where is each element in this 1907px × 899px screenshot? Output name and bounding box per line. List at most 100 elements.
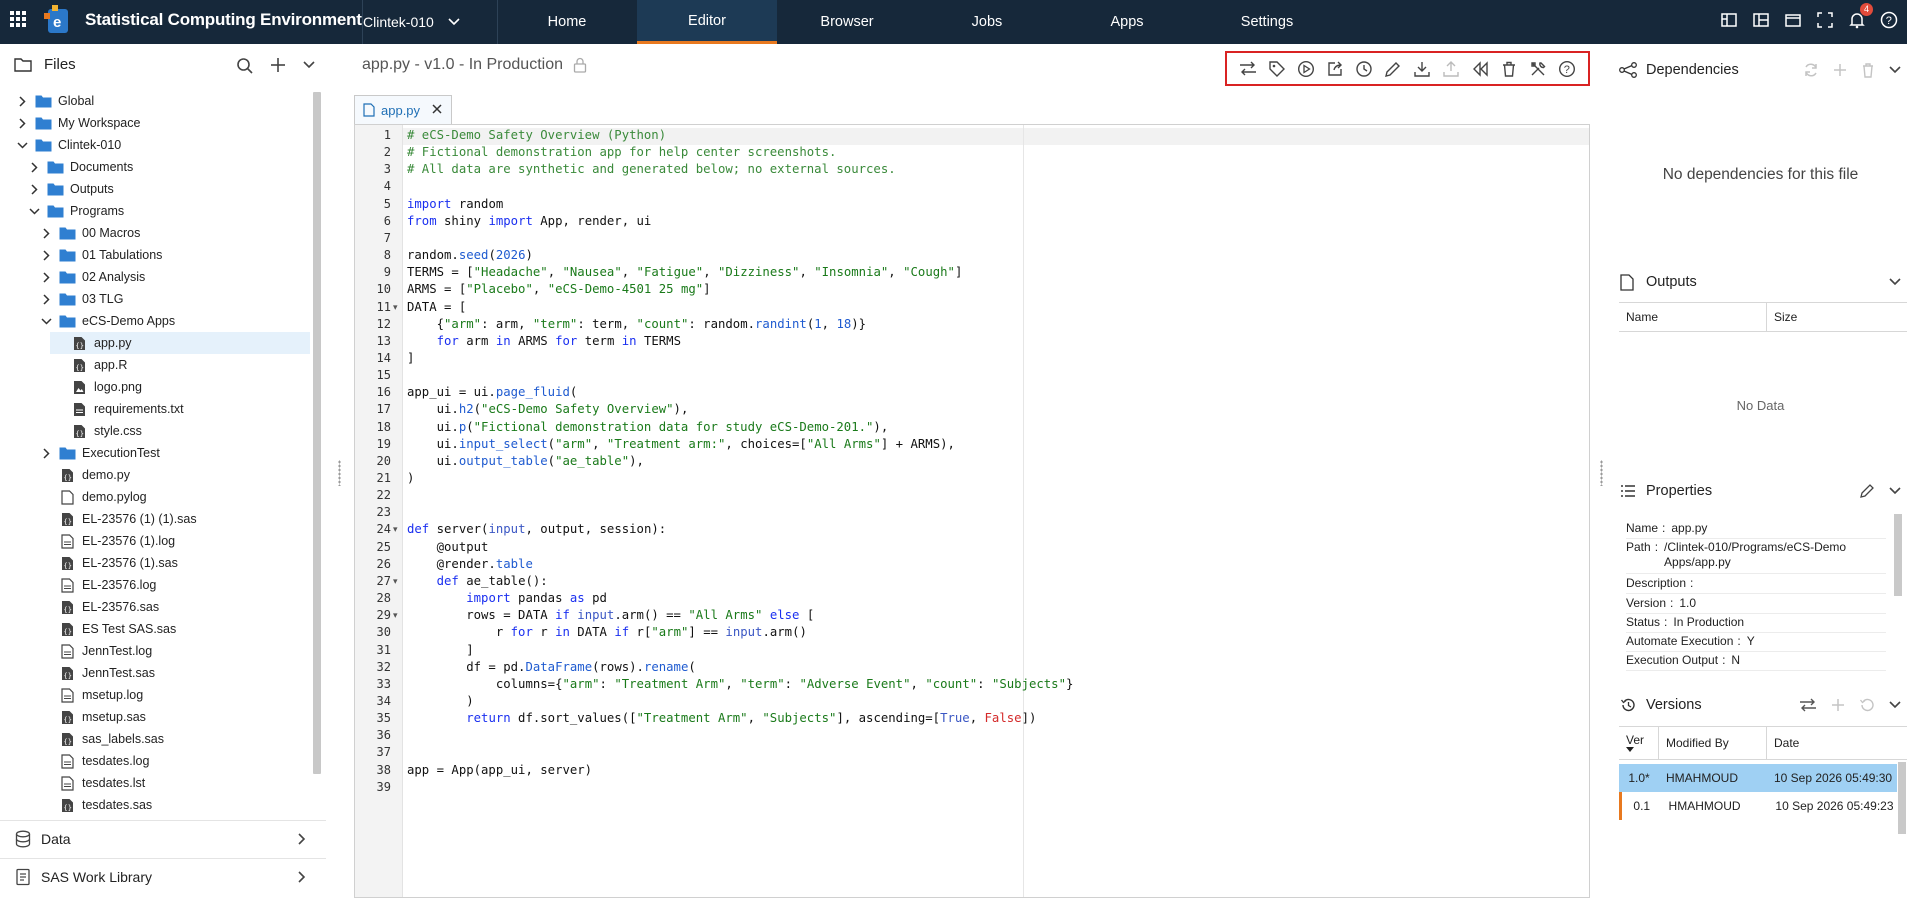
chevron-down-icon[interactable] xyxy=(303,61,315,69)
chevron-right-icon[interactable] xyxy=(38,447,54,459)
version-row[interactable]: 1.0* HMAHMOUD 10 Sep 2026 05:49:30 xyxy=(1619,764,1897,792)
tree-folder[interactable]: eCS-Demo Apps xyxy=(38,310,310,332)
fullscreen-icon[interactable] xyxy=(1815,10,1835,30)
chevron-down-icon[interactable] xyxy=(1889,278,1901,286)
chevron-down-icon[interactable] xyxy=(38,317,54,325)
tree-file[interactable]: {} EL-23576 (1) (1).sas xyxy=(38,508,310,530)
tree-file[interactable]: {} sas_labels.sas xyxy=(38,728,310,750)
history-icon[interactable] xyxy=(1355,60,1373,78)
search-icon[interactable] xyxy=(236,57,254,75)
chevron-right-icon[interactable] xyxy=(38,271,54,283)
chevron-down-icon[interactable] xyxy=(1889,66,1901,74)
tree-file[interactable]: tesdates.log xyxy=(38,750,310,772)
nav-tab-editor[interactable]: Editor xyxy=(637,0,777,44)
nav-tab-jobs[interactable]: Jobs xyxy=(917,0,1057,44)
chevron-down-icon[interactable] xyxy=(14,141,30,149)
data-section[interactable]: Data xyxy=(0,820,326,856)
add-icon[interactable] xyxy=(1833,63,1847,77)
chevron-down-icon[interactable] xyxy=(1889,701,1901,709)
project-selector[interactable]: Clintek-010 xyxy=(363,0,493,44)
layout-panels-icon[interactable] xyxy=(1751,10,1771,30)
edit-icon[interactable] xyxy=(1384,60,1402,78)
tree-file[interactable]: msetup.log xyxy=(38,684,310,706)
column-modified-by[interactable]: Modified By xyxy=(1659,727,1767,759)
revert-icon[interactable] xyxy=(1859,697,1875,713)
tree-file[interactable]: {} JennTest.sas xyxy=(38,662,310,684)
refresh-icon[interactable] xyxy=(1803,62,1819,78)
chevron-right-icon[interactable] xyxy=(14,95,30,107)
chevron-right-icon[interactable] xyxy=(38,293,54,305)
tree-folder[interactable]: My Workspace xyxy=(14,112,310,134)
delete-icon[interactable] xyxy=(1861,62,1875,78)
column-ver[interactable]: Ver xyxy=(1619,727,1659,759)
upload-icon[interactable] xyxy=(1442,60,1460,78)
compare-icon[interactable] xyxy=(1799,697,1817,713)
chevron-right-icon[interactable] xyxy=(14,117,30,129)
run-icon[interactable] xyxy=(1297,60,1315,78)
tree-folder[interactable]: 00 Macros xyxy=(38,222,310,244)
tree-folder[interactable]: 03 TLG xyxy=(38,288,310,310)
tree-scrollbar[interactable] xyxy=(313,92,321,774)
column-date[interactable]: Date xyxy=(1767,727,1897,759)
tree-file[interactable]: {} app.R xyxy=(50,354,310,376)
right-splitter-handle[interactable] xyxy=(1600,460,1606,486)
tree-file[interactable]: {} style.css xyxy=(50,420,310,442)
nav-tab-browser[interactable]: Browser xyxy=(777,0,917,44)
tab-app-py[interactable]: app.py xyxy=(354,95,452,124)
column-size[interactable]: Size xyxy=(1767,303,1907,331)
versions-scrollbar[interactable] xyxy=(1898,762,1906,834)
delete-icon[interactable] xyxy=(1500,60,1518,78)
tree-folder[interactable]: Outputs xyxy=(26,178,310,200)
download-icon[interactable] xyxy=(1413,60,1431,78)
tree-folder[interactable]: Programs xyxy=(26,200,310,222)
notifications-bell-icon[interactable]: 4 xyxy=(1847,3,1873,30)
tree-file[interactable]: EL-23576 (1).log xyxy=(38,530,310,552)
chevron-right-icon[interactable] xyxy=(38,227,54,239)
chevron-right-icon[interactable] xyxy=(26,183,42,195)
fold-toggle-icon[interactable]: ▾ xyxy=(393,577,398,587)
edit-icon[interactable] xyxy=(1859,483,1875,499)
chevron-right-icon[interactable] xyxy=(26,161,42,173)
help-icon[interactable]: ? xyxy=(1879,10,1899,30)
tree-file[interactable]: {} app.py xyxy=(50,332,310,354)
rewind-icon[interactable] xyxy=(1471,60,1489,78)
app-launcher-icon[interactable] xyxy=(10,11,26,27)
close-icon[interactable] xyxy=(431,103,443,115)
chevron-right-icon[interactable] xyxy=(38,249,54,261)
column-name[interactable]: Name xyxy=(1619,303,1767,331)
tree-file[interactable]: {} msetup.sas xyxy=(38,706,310,728)
fold-toggle-icon[interactable]: ▾ xyxy=(393,611,398,621)
tree-folder[interactable]: ExecutionTest xyxy=(38,442,310,464)
tree-file[interactable]: requirements.txt xyxy=(50,398,310,420)
code-editor[interactable]: 1 # eCS-Demo Safety Overview (Python) 2 # F… xyxy=(354,124,1590,898)
tree-file[interactable]: EL-23576.log xyxy=(38,574,310,596)
tree-folder[interactable]: 02 Analysis xyxy=(38,266,310,288)
tree-file[interactable]: {} EL-23576.sas xyxy=(38,596,310,618)
nav-tab-settings[interactable]: Settings xyxy=(1197,0,1337,44)
nav-tab-home[interactable]: Home xyxy=(497,0,637,44)
tree-folder[interactable]: Global xyxy=(14,90,310,112)
add-icon[interactable] xyxy=(1831,698,1845,712)
tree-folder[interactable]: Clintek-010 xyxy=(14,134,310,156)
sas-work-library-section[interactable]: SAS Work Library xyxy=(0,858,326,894)
left-splitter-handle[interactable] xyxy=(338,460,344,486)
version-row[interactable]: 0.1 HMAHMOUD 10 Sep 2026 05:49:23 xyxy=(1619,792,1897,820)
tools-icon[interactable] xyxy=(1529,60,1547,78)
fold-toggle-icon[interactable]: ▾ xyxy=(393,525,398,535)
share-icon[interactable] xyxy=(1326,60,1344,78)
add-icon[interactable] xyxy=(270,57,286,73)
chevron-down-icon[interactable] xyxy=(1889,487,1901,495)
window-icon[interactable] xyxy=(1783,10,1803,30)
tree-file[interactable]: tesdates.lst xyxy=(38,772,310,794)
tree-file[interactable]: logo.png xyxy=(50,376,310,398)
layout-columns-icon[interactable] xyxy=(1719,10,1739,30)
chevron-down-icon[interactable] xyxy=(26,207,42,215)
tree-folder[interactable]: 01 Tabulations xyxy=(38,244,310,266)
tree-folder[interactable]: Documents xyxy=(26,156,310,178)
compare-icon[interactable] xyxy=(1239,60,1257,78)
tree-file[interactable]: {} ES Test SAS.sas xyxy=(38,618,310,640)
tree-file[interactable]: JennTest.log xyxy=(38,640,310,662)
tree-file[interactable]: {} EL-23576 (1).sas xyxy=(38,552,310,574)
tree-file[interactable]: demo.pylog xyxy=(38,486,310,508)
help-icon[interactable]: ? xyxy=(1558,60,1576,78)
